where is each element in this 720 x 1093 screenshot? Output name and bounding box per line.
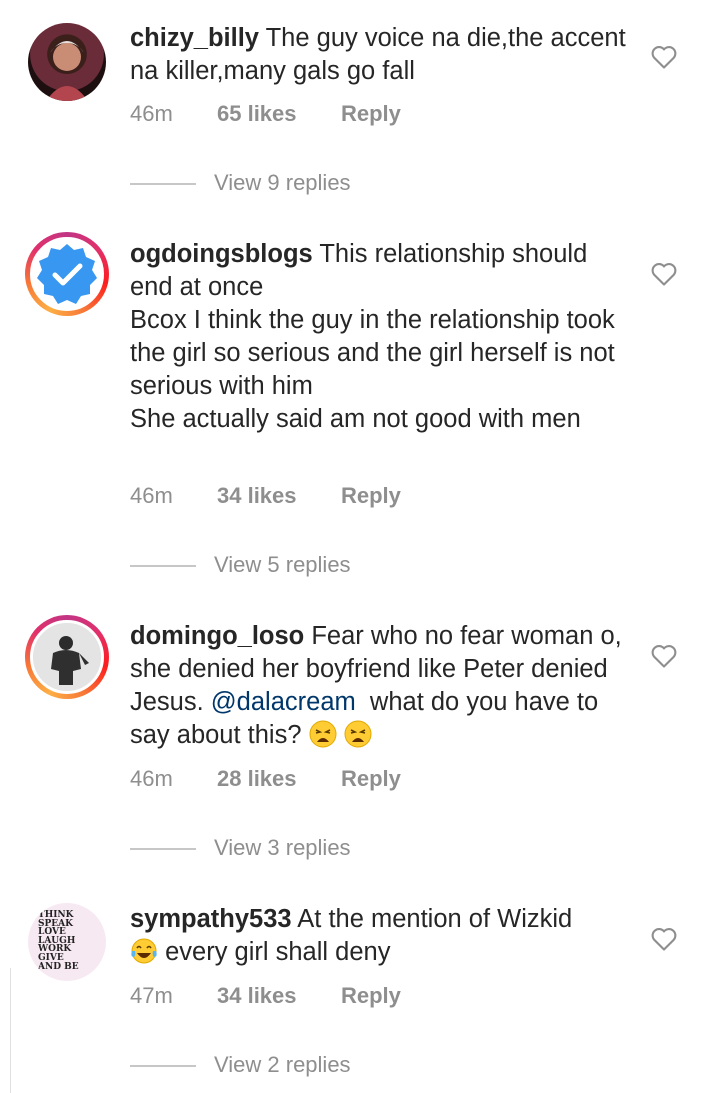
divider bbox=[130, 183, 196, 185]
comment-body: chizy_billy The guy voice na die,the acc… bbox=[130, 22, 630, 88]
comment-likes[interactable]: 28 likes bbox=[217, 766, 297, 792]
reply-button[interactable]: Reply bbox=[341, 101, 401, 127]
avatar[interactable] bbox=[25, 232, 109, 316]
heart-outline-icon[interactable] bbox=[650, 643, 678, 669]
heart-outline-icon[interactable] bbox=[650, 926, 678, 952]
comment-text: every girl shall deny bbox=[165, 938, 391, 966]
avatar-photo bbox=[30, 620, 104, 694]
avatar[interactable] bbox=[25, 615, 109, 699]
view-replies-label: View 5 replies bbox=[214, 552, 351, 577]
comment-username[interactable]: domingo_loso bbox=[130, 622, 304, 650]
reply-button[interactable]: Reply bbox=[341, 766, 401, 792]
comment-username[interactable]: chizy_billy bbox=[130, 24, 259, 52]
comment-likes[interactable]: 34 likes bbox=[217, 983, 297, 1009]
comment-body: domingo_loso Fear who no fear woman o, s… bbox=[130, 620, 630, 752]
view-replies-label: View 2 replies bbox=[214, 1052, 351, 1077]
avatar[interactable]: THINK SPEAK LOVE LAUGH WORK GIVE AND BE bbox=[25, 900, 109, 984]
divider bbox=[130, 848, 196, 850]
comment-text: Bcox I think the guy in the relationship… bbox=[130, 306, 615, 400]
comment-time: 46m bbox=[130, 483, 173, 508]
view-replies-label: View 3 replies bbox=[214, 835, 351, 860]
heart-outline-icon[interactable] bbox=[650, 44, 678, 70]
weary-face-emoji bbox=[344, 720, 372, 748]
panel-edge bbox=[0, 968, 11, 1093]
comment-body: sympathy533 At the mention of Wizkid eve… bbox=[130, 903, 630, 969]
avatar[interactable] bbox=[25, 20, 109, 104]
verified-badge-icon bbox=[37, 244, 97, 304]
heart-outline-icon[interactable] bbox=[650, 261, 678, 287]
comment-likes[interactable]: 65 likes bbox=[217, 101, 297, 127]
tears-of-joy-emoji bbox=[131, 938, 157, 964]
divider bbox=[130, 1065, 196, 1067]
divider bbox=[130, 565, 196, 567]
comment-text: At the mention of Wizkid bbox=[297, 905, 573, 933]
comment-username[interactable]: sympathy533 bbox=[130, 905, 292, 933]
comment-likes[interactable]: 34 likes bbox=[217, 483, 297, 509]
comment-text: She actually said am not good with men bbox=[130, 405, 581, 433]
avatar-photo bbox=[30, 237, 104, 311]
avatar-photo bbox=[28, 23, 106, 101]
avatar-text: AND BE bbox=[38, 961, 79, 972]
comment-username[interactable]: ogdoingsblogs bbox=[130, 240, 313, 268]
comment-body: ogdoingsblogs This relationship should e… bbox=[130, 238, 630, 436]
view-replies-label: View 9 replies bbox=[214, 170, 351, 195]
comment-time: 47m bbox=[130, 983, 173, 1008]
reply-button[interactable]: Reply bbox=[341, 483, 401, 509]
mention-link[interactable]: @dalacream bbox=[211, 688, 356, 716]
comment-time: 46m bbox=[130, 101, 173, 126]
reply-button[interactable]: Reply bbox=[341, 983, 401, 1009]
comment-time: 46m bbox=[130, 766, 173, 791]
weary-face-emoji bbox=[309, 720, 337, 748]
avatar-photo: THINK SPEAK LOVE LAUGH WORK GIVE AND BE bbox=[28, 903, 106, 981]
